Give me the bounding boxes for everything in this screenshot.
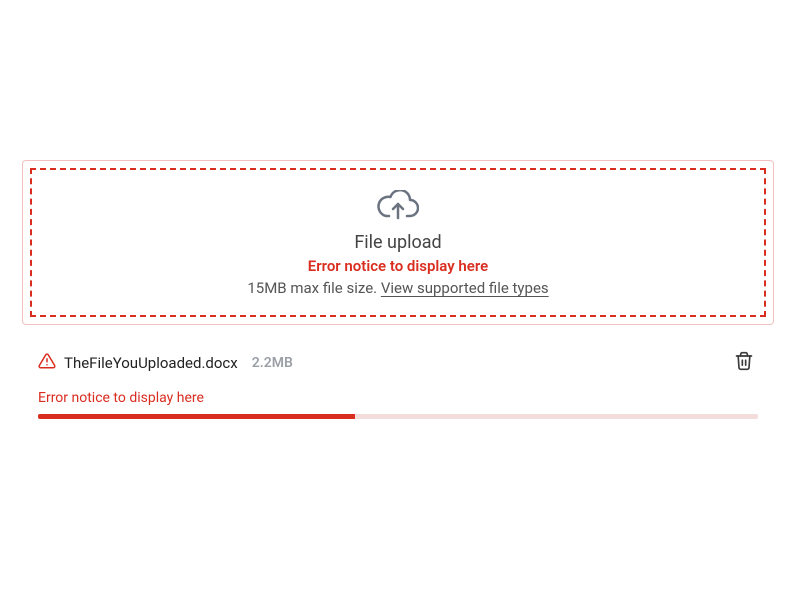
uploaded-file-row: TheFileYouUploaded.docx 2.2MB Error noti… (22, 347, 774, 419)
cloud-upload-icon (377, 190, 419, 226)
upload-panel: File upload Error notice to display here… (22, 160, 774, 419)
file-row-header: TheFileYouUploaded.docx 2.2MB (38, 347, 758, 378)
upload-progress-fill (38, 414, 355, 419)
alert-triangle-icon (38, 352, 56, 374)
trash-icon (734, 359, 754, 374)
supported-types-link[interactable]: View supported file types (381, 279, 549, 297)
upload-progress (38, 414, 758, 419)
delete-file-button[interactable] (730, 347, 758, 378)
filesize: 2.2MB (252, 355, 293, 371)
upload-title: File upload (42, 232, 754, 253)
upload-hint: 15MB max file size. View supported file … (42, 279, 754, 297)
filename: TheFileYouUploaded.docx (64, 354, 238, 372)
upload-hint-prefix: 15MB max file size. (247, 279, 380, 297)
dropzone-container: File upload Error notice to display here… (22, 160, 774, 325)
upload-error-text: Error notice to display here (42, 257, 754, 275)
file-dropzone[interactable]: File upload Error notice to display here… (30, 168, 766, 317)
file-error-text: Error notice to display here (38, 390, 758, 406)
